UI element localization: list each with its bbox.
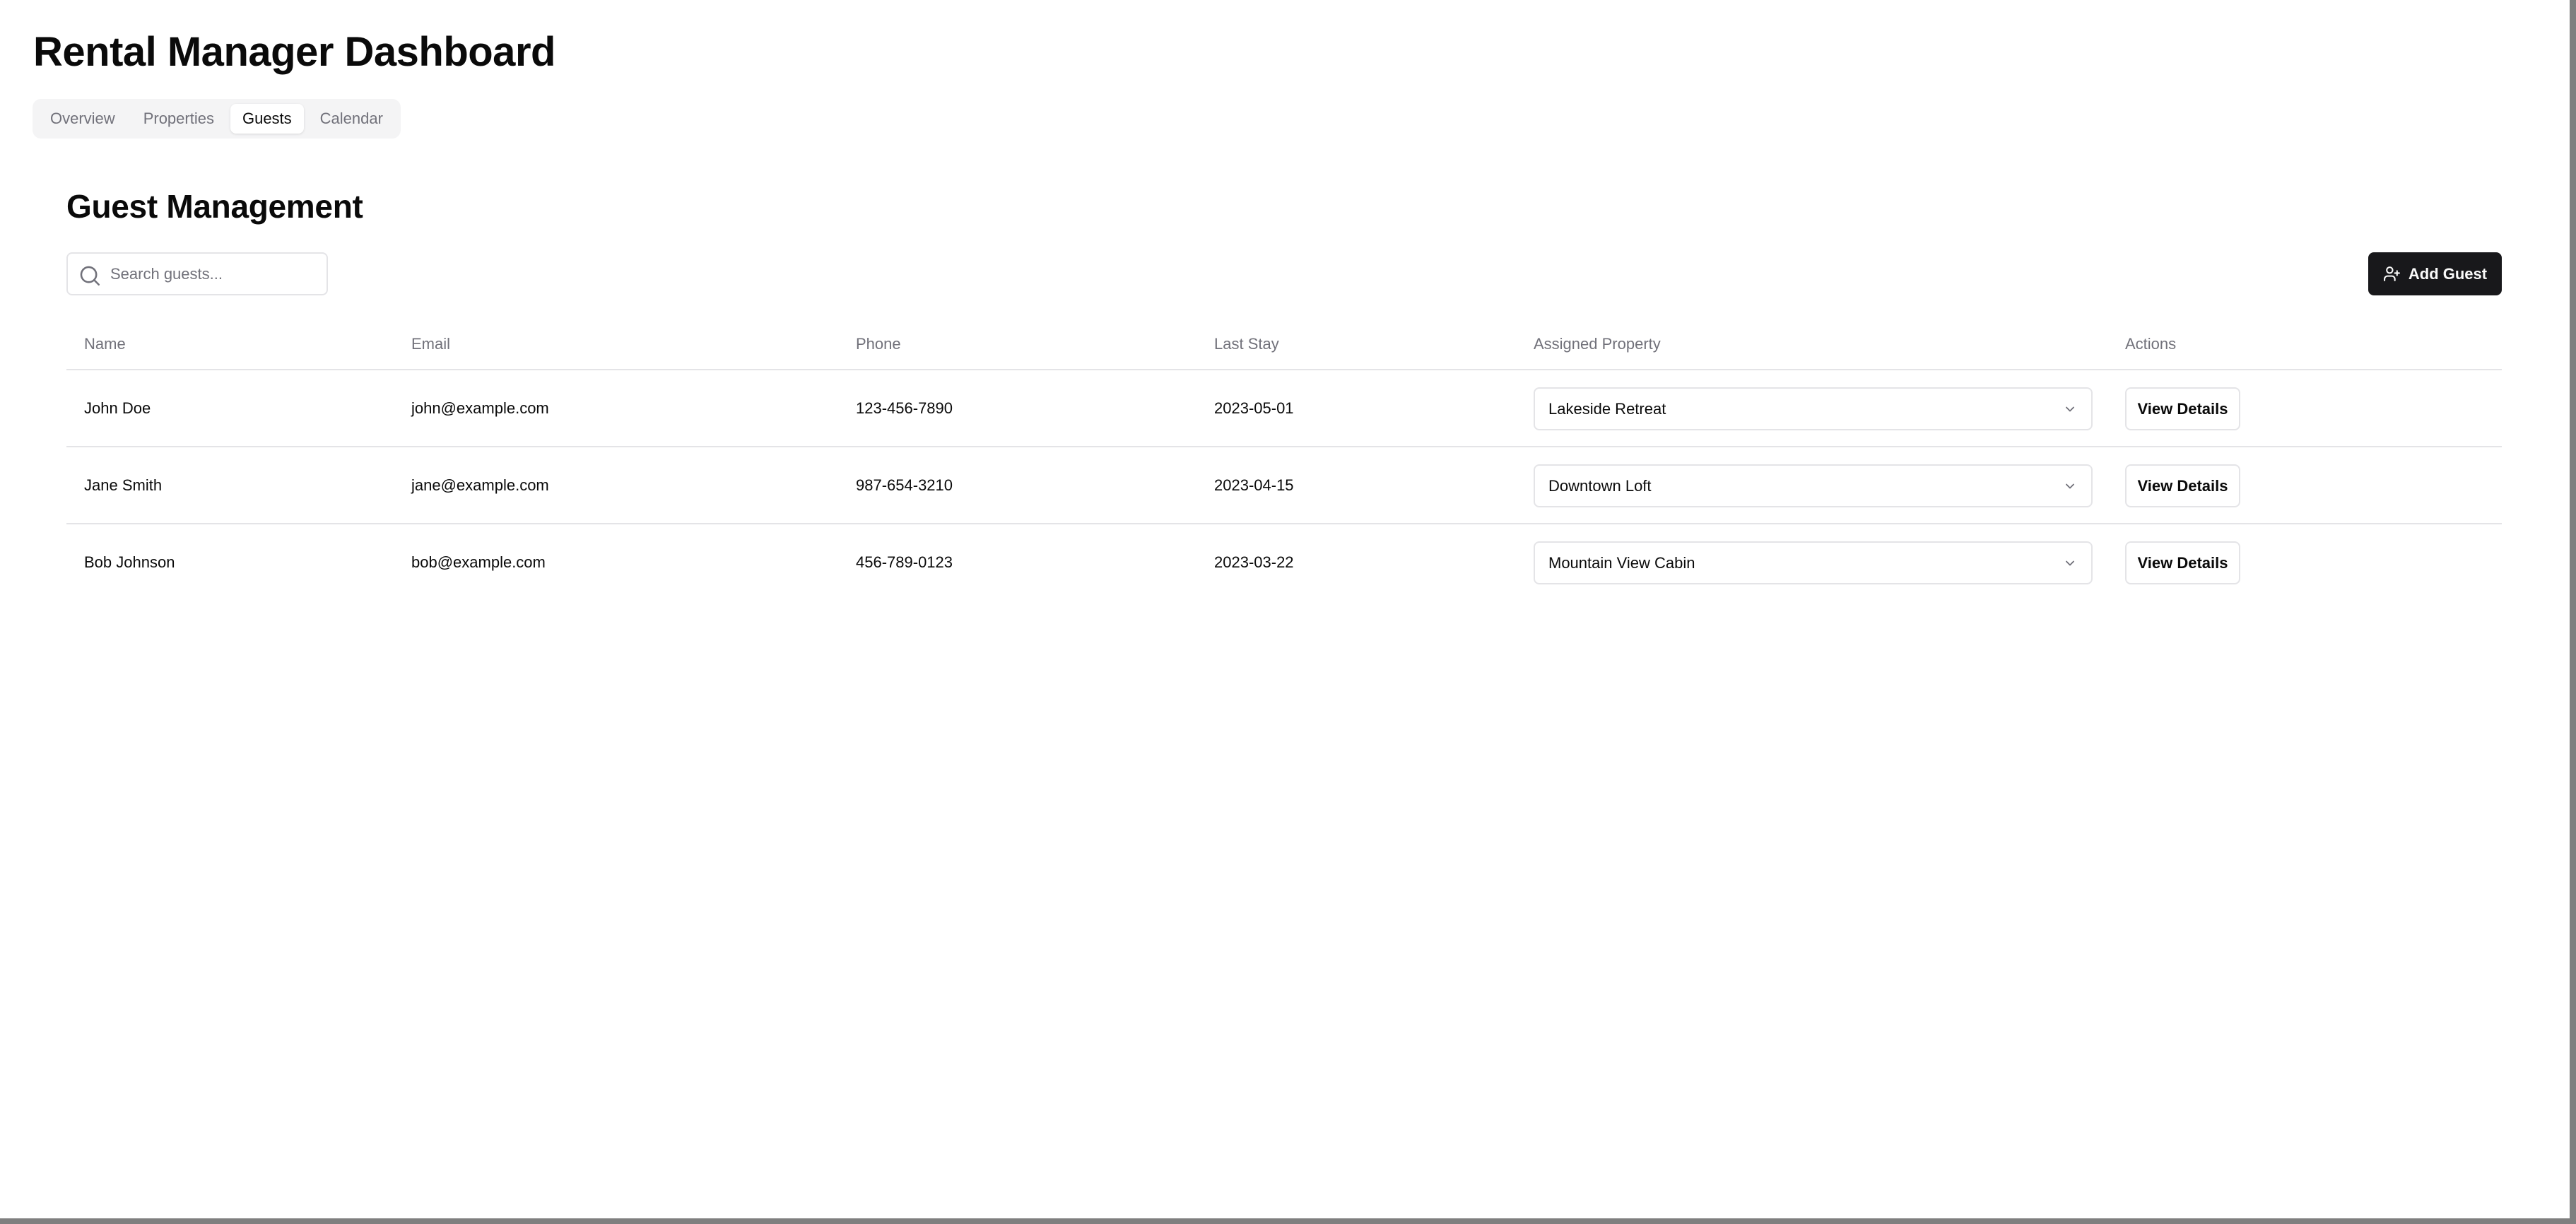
column-header-email: Email (411, 335, 451, 353)
guests-table: Name Email Phone Last Stay Assigned Prop… (66, 318, 2502, 601)
guest-last-stay: 2023-05-01 (1214, 399, 1294, 417)
guest-email: jane@example.com (411, 476, 549, 494)
tab-guests[interactable]: Guests (230, 104, 304, 134)
table-row: Bob Johnson bob@example.com 456-789-0123… (66, 524, 2502, 601)
column-header-phone: Phone (856, 335, 901, 353)
tab-calendar[interactable]: Calendar (308, 104, 395, 134)
guest-last-stay: 2023-03-22 (1214, 553, 1294, 571)
view-details-button[interactable]: View Details (2125, 464, 2240, 507)
add-guest-label: Add Guest (2408, 264, 2488, 283)
table-row: John Doe john@example.com 123-456-7890 2… (66, 370, 2502, 447)
tab-bar: Overview Properties Guests Calendar (33, 99, 401, 139)
user-plus-icon (2383, 266, 2400, 281)
view-details-button[interactable]: View Details (2125, 387, 2240, 430)
chevron-down-icon (2066, 560, 2074, 566)
window-edge-right (2570, 0, 2576, 1224)
search-box[interactable] (66, 252, 328, 295)
guest-email: john@example.com (411, 399, 549, 417)
window-edge-bottom (0, 1218, 2576, 1224)
table-row: Jane Smith jane@example.com 987-654-3210… (66, 447, 2502, 524)
guest-name: Jane Smith (84, 476, 163, 494)
column-header-last-stay: Last Stay (1214, 335, 1279, 353)
tab-properties[interactable]: Properties (131, 104, 226, 134)
add-guest-button[interactable]: Add Guest (2368, 252, 2502, 295)
section-title: Guest Management (66, 188, 363, 225)
assigned-property-select[interactable]: Downtown Loft (1534, 464, 2093, 507)
guest-name: John Doe (84, 399, 151, 417)
column-header-actions: Actions (2125, 335, 2177, 353)
guest-name: Bob Johnson (84, 553, 175, 571)
guest-phone: 456-789-0123 (856, 553, 953, 571)
guest-email: bob@example.com (411, 553, 546, 571)
page-title: Rental Manager Dashboard (33, 29, 555, 75)
app-window: Rental Manager Dashboard Overview Proper… (0, 0, 2570, 1218)
tab-overview[interactable]: Overview (38, 104, 127, 134)
assigned-property-value: Mountain View Cabin (1548, 554, 1695, 572)
assigned-property-select[interactable]: Mountain View Cabin (1534, 541, 2093, 584)
chevron-down-icon (2066, 483, 2074, 489)
chevron-down-icon (2066, 406, 2074, 412)
guest-phone: 987-654-3210 (856, 476, 953, 494)
column-header-name: Name (84, 335, 126, 353)
table-header-row: Name Email Phone Last Stay Assigned Prop… (66, 318, 2502, 370)
guest-last-stay: 2023-04-15 (1214, 476, 1294, 494)
assigned-property-select[interactable]: Lakeside Retreat (1534, 387, 2093, 430)
guest-phone: 123-456-7890 (856, 399, 953, 417)
view-details-button[interactable]: View Details (2125, 541, 2240, 584)
assigned-property-value: Downtown Loft (1548, 477, 1652, 495)
column-header-assigned-property: Assigned Property (1534, 335, 1661, 353)
search-icon (80, 266, 100, 286)
search-input[interactable] (110, 254, 322, 294)
assigned-property-value: Lakeside Retreat (1548, 400, 1666, 418)
